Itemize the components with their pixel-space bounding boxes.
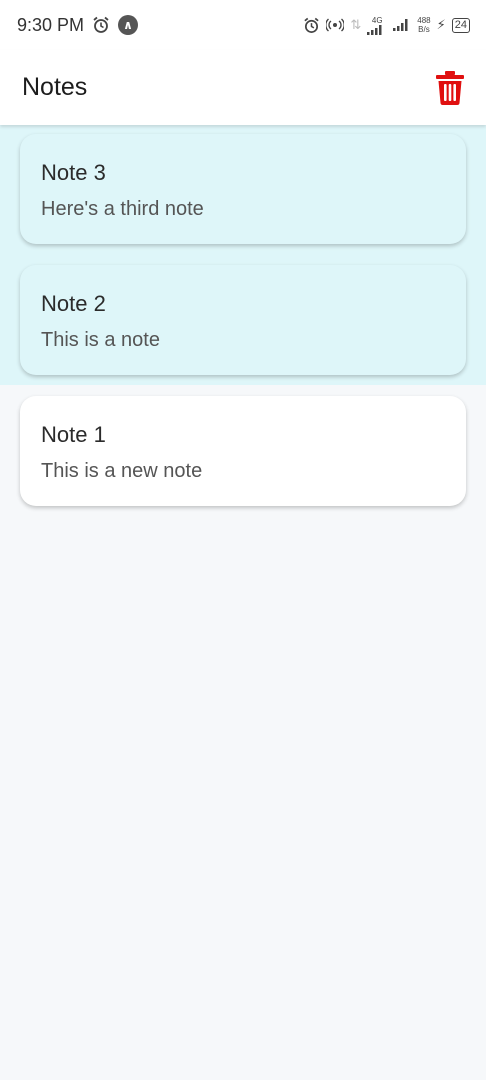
status-bar-left: 9:30 PM ∧ [17,14,139,36]
note-title: Note 2 [41,291,106,316]
page-title: Notes [22,73,88,101]
network-type: 4G [371,15,383,25]
note-card[interactable]: Note 3 Here's a third note [20,134,466,244]
app-notification-icon: ∧ [118,15,139,35]
note-body: Here's a third note [41,198,204,220]
app-bar: Notes [0,50,486,125]
data-rate-value: 488 [417,16,431,25]
hotspot-icon [326,18,345,32]
data-rate-unit: B/s [418,25,430,34]
charging-icon: ⚡ [436,17,446,32]
data-rate: 488 B/s [417,16,430,34]
note-title: Note 3 [41,160,106,185]
signal-icon [393,19,408,31]
status-bar: 9:30 PM ∧ ⇅ 4G 488 B/s ⚡ 24 [0,0,486,50]
network-indicator: 4G [367,16,387,35]
trash-icon [436,70,464,105]
data-arrows-icon: ⇅ [350,17,362,32]
note-body: This is a new note [41,460,203,482]
battery-indicator: 24 [451,17,470,33]
delete-button[interactable] [433,69,467,107]
alarm-icon [93,16,109,33]
note-title: Note 1 [41,422,106,447]
signal-icon [367,24,382,35]
status-time: 9:30 PM [17,14,85,35]
alarm-icon [304,17,319,33]
notes-list: Note 3 Here's a third note Note 2 This i… [20,134,466,527]
note-body: This is a note [41,329,160,351]
note-card[interactable]: Note 1 This is a new note [20,396,466,506]
status-bar-right: ⇅ 4G 488 B/s ⚡ 24 [303,16,470,35]
note-card[interactable]: Note 2 This is a note [20,265,466,375]
